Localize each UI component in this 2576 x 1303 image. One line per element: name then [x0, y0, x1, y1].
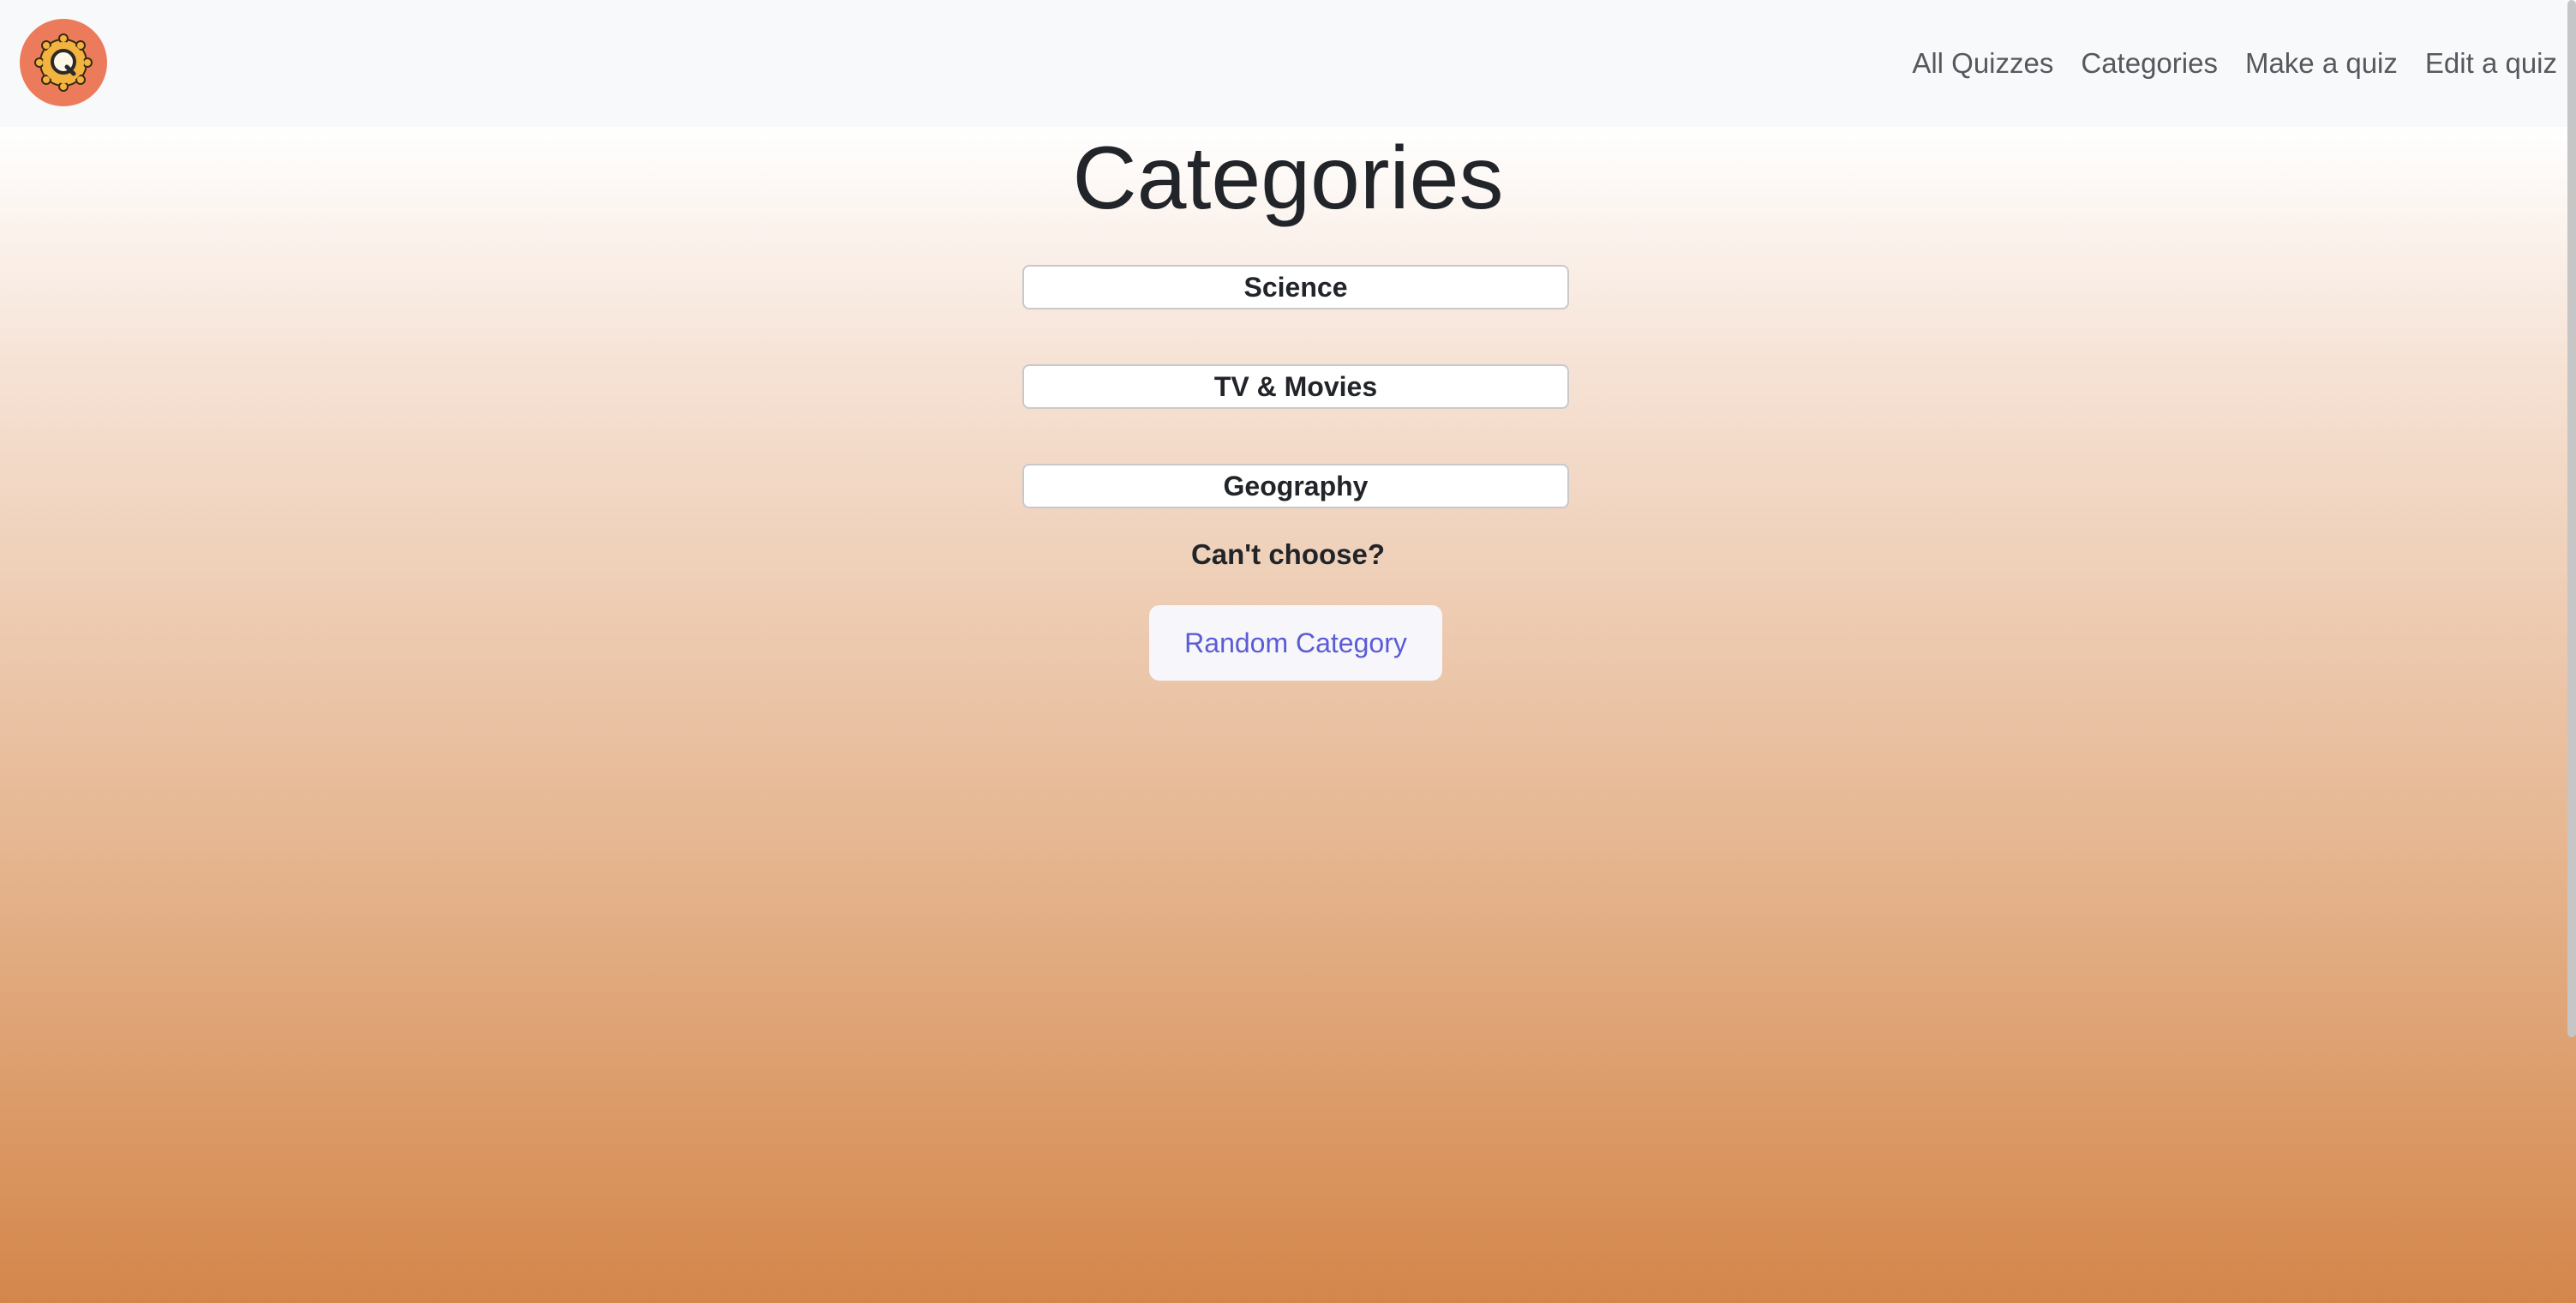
page-title: Categories — [1072, 129, 1504, 228]
gear-q-icon — [34, 33, 93, 92]
random-category-button[interactable]: Random Category — [1149, 605, 1442, 681]
category-button-tv-movies[interactable]: TV & Movies — [1022, 364, 1569, 409]
top-navbar: All Quizzes Categories Make a quiz Edit … — [0, 0, 2576, 127]
nav-link-make-a-quiz[interactable]: Make a quiz — [2245, 47, 2398, 80]
nav-link-all-quizzes[interactable]: All Quizzes — [1912, 47, 2053, 80]
nav-link-categories[interactable]: Categories — [2081, 47, 2218, 80]
category-button-science[interactable]: Science — [1022, 265, 1569, 309]
nav-links: All Quizzes Categories Make a quiz Edit … — [1912, 0, 2557, 127]
nav-link-edit-a-quiz[interactable]: Edit a quiz — [2425, 47, 2557, 80]
cant-choose-label: Can't choose? — [1190, 538, 1386, 570]
quiz-logo-icon[interactable] — [20, 19, 107, 106]
category-button-geography[interactable]: Geography — [1022, 464, 1569, 508]
